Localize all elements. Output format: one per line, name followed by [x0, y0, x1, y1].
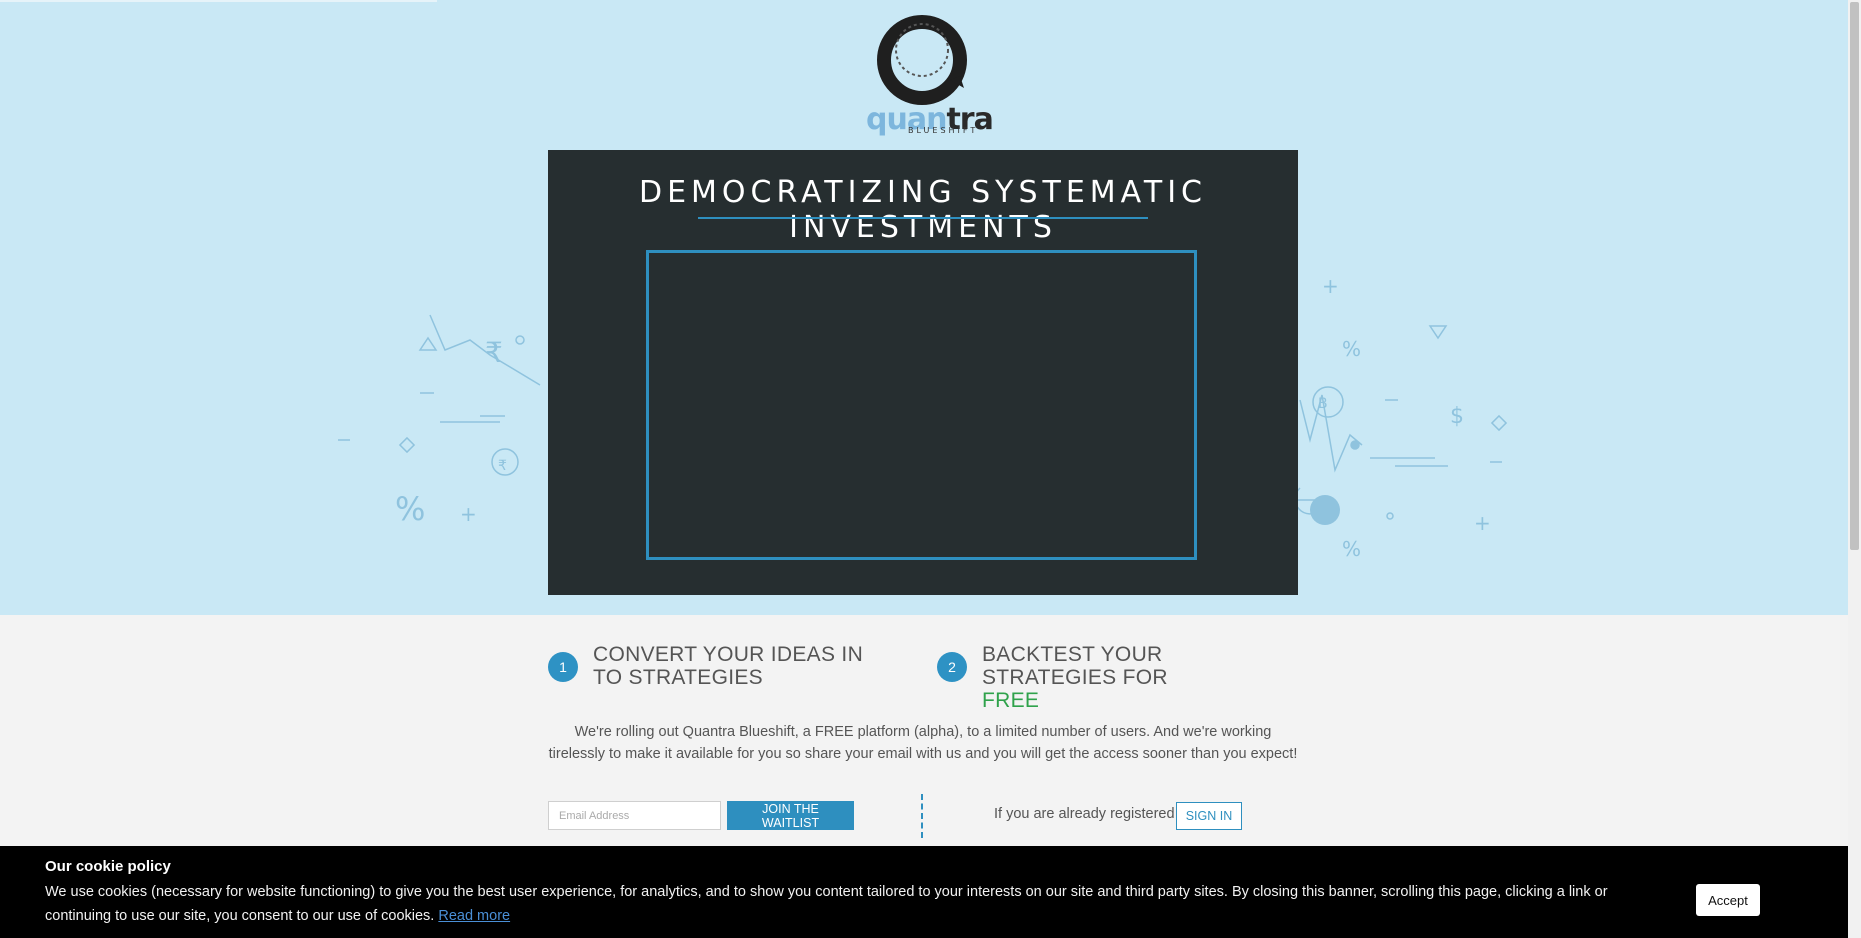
free-highlight: FREE	[982, 689, 1040, 712]
step-text: CONVERT YOUR IDEAS IN TO STRATEGIES	[593, 643, 864, 689]
step-text: BACKTEST YOUR STRATEGIES FOR FREE	[982, 643, 1168, 712]
svg-text:%: %	[1342, 537, 1361, 561]
hero-panel: DEMOCRATIZING SYSTEMATIC INVESTMENTS	[548, 150, 1298, 595]
title-underline	[698, 217, 1148, 219]
hero-section: %%% $ ₹ ₹ B + + + quantra BLUESHIFT DEMO…	[0, 0, 1848, 615]
svg-text:%: %	[1342, 337, 1361, 361]
accept-cookies-button[interactable]: Accept	[1696, 884, 1760, 916]
read-more-link[interactable]: Read more	[438, 908, 510, 924]
email-input[interactable]	[548, 801, 721, 830]
cookie-banner: Our cookie policy We use cookies (necess…	[0, 846, 1861, 938]
step-number-badge: 2	[937, 652, 967, 682]
svg-text:$: $	[1450, 404, 1464, 429]
scrollbar[interactable]	[1848, 0, 1861, 938]
svg-text:₹: ₹	[485, 336, 503, 369]
svg-text:B: B	[1318, 396, 1328, 412]
svg-text:+: +	[1474, 511, 1491, 535]
registered-prompt: If you are already registered	[994, 806, 1175, 822]
svg-text:₹: ₹	[498, 458, 507, 474]
hero-title: DEMOCRATIZING SYSTEMATIC INVESTMENTS	[638, 175, 1207, 245]
video-frame[interactable]	[646, 250, 1197, 560]
svg-text:%: %	[395, 490, 425, 528]
sign-in-button[interactable]: SIGN IN	[1176, 802, 1242, 830]
svg-text:+: +	[460, 502, 477, 526]
scrollbar-thumb[interactable]	[1850, 2, 1859, 550]
logo-subtitle: BLUESHIFT	[908, 126, 979, 135]
step-2: 2 BACKTEST YOUR STRATEGIES FOR FREE	[937, 643, 1302, 712]
description-text: We're rolling out Quantra Blueshift, a F…	[548, 724, 1298, 762]
cookie-title: Our cookie policy	[45, 858, 171, 875]
svg-text:+: +	[1322, 274, 1339, 298]
step-1: 1 CONVERT YOUR IDEAS IN TO STRATEGIES	[548, 643, 883, 689]
join-waitlist-button[interactable]: JOIN THE WAITLIST	[727, 801, 854, 830]
cookie-text: We use cookies (necessary for website fu…	[45, 884, 1608, 924]
step-number-badge: 1	[548, 652, 578, 682]
divider	[921, 794, 923, 838]
